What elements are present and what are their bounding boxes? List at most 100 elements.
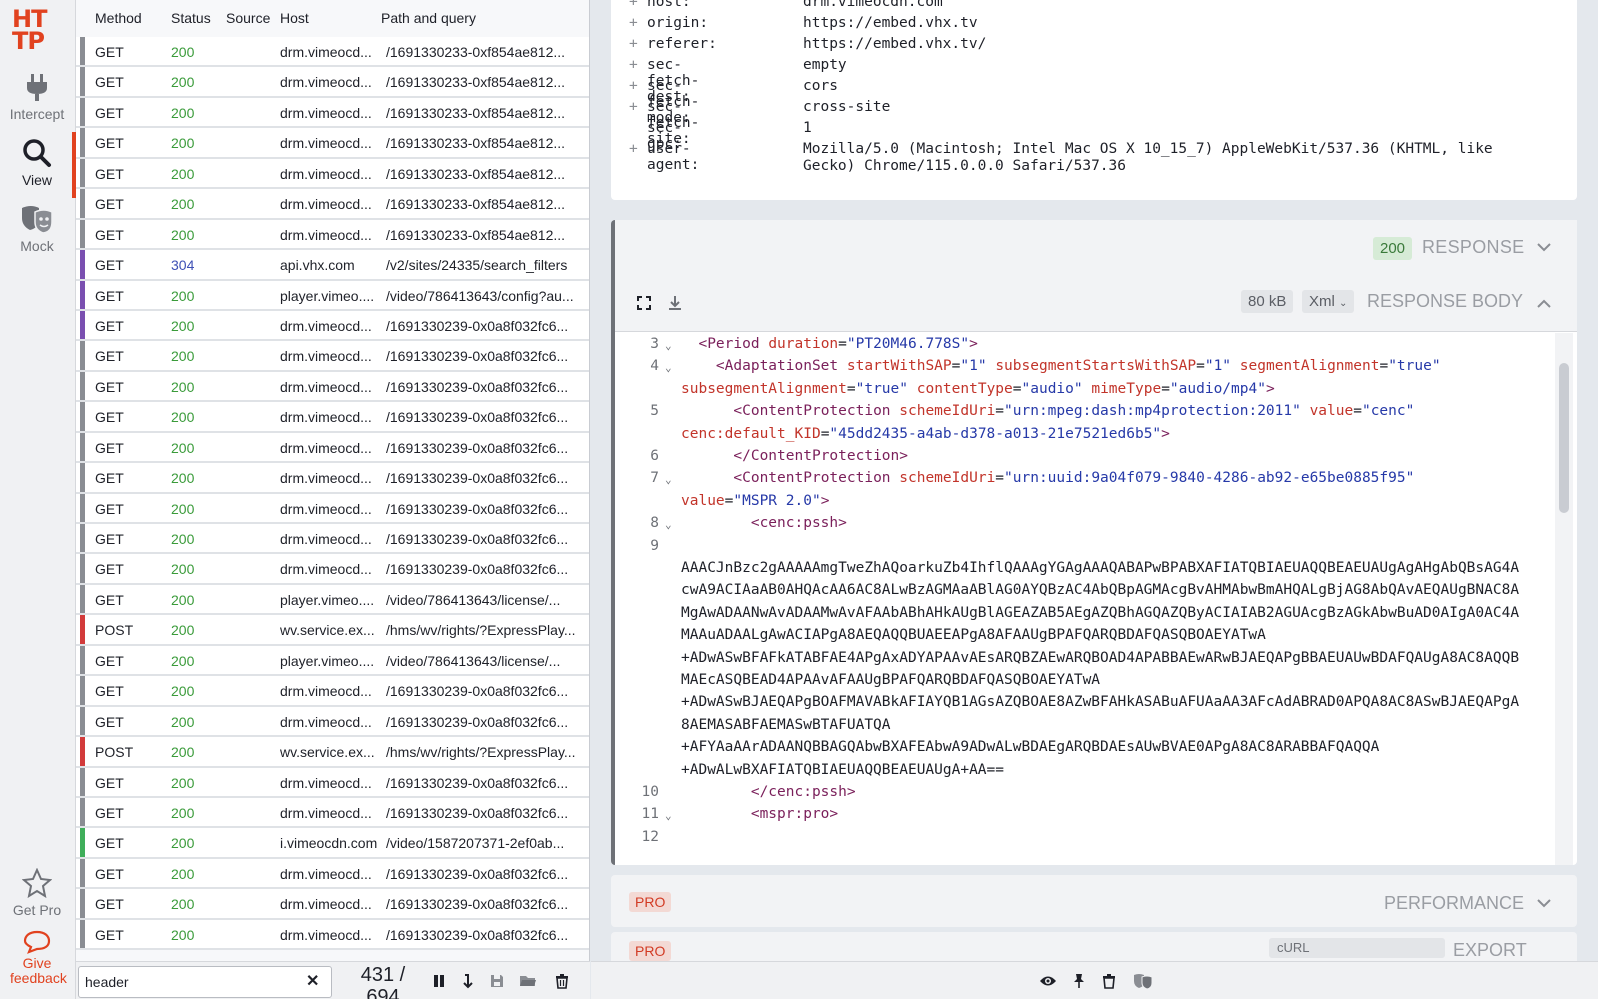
request-row[interactable]: GET 200 player.vimeo.... /video/786413643/l… — [76, 584, 589, 616]
request-row[interactable]: GET 200 drm.vimeocd... /1691330239-0x0a8f03… — [76, 402, 589, 433]
expand-icon[interactable] — [637, 296, 651, 310]
eye-icon[interactable] — [1039, 974, 1057, 988]
request-headers-card: + host: drm.vimeocdn.com + origin: https://em… — [611, 0, 1577, 200]
request-rows: GET 200 drm.vimeocd... /1691330233-0xf854ae… — [76, 37, 589, 951]
request-row[interactable]: GET 304 api.vhx.com/v2/sites/24335/search_… — [76, 250, 589, 281]
nav-mock[interactable]: Mock — [0, 204, 74, 254]
nav-give-feedback[interactable]: Give feedback — [0, 930, 74, 986]
save-icon[interactable] — [489, 973, 505, 989]
row-host: drm.vimeocd... — [280, 713, 372, 730]
pause-icon[interactable] — [431, 973, 447, 989]
line-number: 4 — [650, 358, 659, 375]
scroll-to-end-icon[interactable] — [460, 973, 476, 989]
fold-chevron-icon[interactable]: ⌄ — [665, 514, 672, 537]
response-card: 200 RESPONSE 80 kB Xml ⌄ RESPONSE BODY 3… — [611, 220, 1577, 865]
row-category-marker — [80, 645, 85, 675]
column-source[interactable]: Source — [226, 10, 270, 26]
request-row[interactable]: GET 200 drm.vimeocd... /1691330239-0x0a8f03… — [76, 706, 589, 738]
code-line: <cenc:pssh> — [750, 515, 847, 532]
request-row[interactable]: GET 200 drm.vimeocd... /1691330233-0xf854ae… — [76, 189, 589, 220]
response-body-editor[interactable]: 3 ⌄ <Period duration="PT20M46.778S"> 4 ⌄ <A… — [615, 333, 1555, 865]
request-row[interactable]: GET 200 drm.vimeocd... /1691330233-0xf854ae… — [76, 67, 589, 98]
row-status: 200 — [171, 500, 195, 517]
column-method[interactable]: Method — [95, 10, 142, 26]
request-row[interactable]: GET 200 drm.vimeocd... /1691330239-0x0a8f03… — [76, 767, 589, 798]
header-key: user-agent: — [647, 141, 700, 173]
request-row[interactable]: GET 200 drm.vimeocd... /1691330239-0x0a8f03… — [76, 676, 589, 707]
download-icon[interactable] — [667, 295, 683, 311]
editor-scrollbar[interactable] — [1555, 333, 1573, 865]
request-row[interactable]: GET 200 drm.vimeocd... /1691330233-0xf854ae… — [76, 158, 589, 190]
code-line: MAAuADAALgAwACIAPgA8AEQAQQBUAEEAPgA8AFAA… — [681, 627, 1266, 644]
request-row[interactable]: GET 200 drm.vimeocd... /1691330239-0x0a8f03… — [76, 310, 589, 342]
request-row[interactable]: GET 200 drm.vimeocd... /1691330239-0x0a8f03… — [76, 524, 589, 555]
expand-header-icon[interactable]: + — [629, 0, 638, 10]
request-row[interactable]: GET 200 drm.vimeocd... /1691330239-0x0a8f03… — [76, 919, 589, 951]
request-row[interactable]: GET 200 drm.vimeocd... /1691330239-0x0a8f03… — [76, 432, 589, 464]
mock-request-icon[interactable] — [1133, 973, 1153, 989]
fold-chevron-icon[interactable]: ⌄ — [665, 469, 672, 492]
expand-header-icon[interactable]: + — [629, 78, 638, 94]
request-row[interactable]: GET 200 drm.vimeocd... /1691330233-0xf854ae… — [76, 219, 589, 251]
row-method: GET — [95, 287, 124, 304]
fold-chevron-icon[interactable]: ⌄ — [665, 335, 672, 358]
request-row[interactable]: GET 200 player.vimeo.... /video/786413643/l… — [76, 645, 589, 677]
request-row[interactable]: GET 200 drm.vimeocd... /1691330233-0xf854ae… — [76, 37, 589, 68]
code-line: +ADwALwBXAFIATQBIAEUAQQBEAEUAUgA+AA== — [681, 761, 1005, 778]
clear-filter-icon[interactable]: ✕ — [306, 971, 319, 991]
request-row[interactable]: GET 200 drm.vimeocd... /1691330239-0x0a8f03… — [76, 889, 589, 920]
export-card[interactable]: PRO cURL EXPORT — [611, 932, 1577, 961]
fold-chevron-icon[interactable]: ⌄ — [665, 805, 672, 828]
row-category-marker — [80, 737, 85, 766]
request-row[interactable]: GET 200 i.vimeocdn.com/video/1587207371-2e… — [76, 828, 589, 859]
request-row[interactable]: GET 200 drm.vimeocd... /1691330239-0x0a8f03… — [76, 341, 589, 372]
row-host: wv.service.ex... — [280, 622, 375, 639]
request-row[interactable]: GET 200 drm.vimeocd... /1691330239-0x0a8f03… — [76, 493, 589, 524]
request-row[interactable]: GET 200 drm.vimeocd... /1691330239-0x0a8f03… — [76, 371, 589, 403]
expand-header-icon[interactable]: + — [629, 141, 638, 157]
filter-input[interactable] — [78, 966, 332, 998]
delete-icon[interactable] — [1101, 973, 1117, 989]
request-row[interactable]: GET 200 drm.vimeocd... /1691330233-0xf854ae… — [76, 128, 589, 159]
request-row[interactable]: GET 200 player.vimeo.... /video/786413643/c… — [76, 280, 589, 311]
request-row[interactable]: GET 200 drm.vimeocd... /1691330239-0x0a8f03… — [76, 858, 589, 890]
editor-scrollbar-thumb[interactable] — [1559, 363, 1569, 513]
row-host: i.vimeocdn.com — [280, 835, 378, 852]
column-host[interactable]: Host — [280, 10, 309, 26]
expand-header-icon[interactable]: + — [629, 15, 638, 31]
row-status: 200 — [171, 622, 195, 639]
row-category-marker — [80, 889, 85, 918]
row-path: /1691330239-0x0a8f032fc6... — [386, 439, 569, 456]
line-number: 8 — [650, 515, 659, 532]
request-row[interactable]: POST 200 wv.service.ex... /hms/wv/rights/?E… — [76, 615, 589, 646]
chevron-up-icon[interactable] — [1537, 299, 1551, 309]
export-format-select[interactable]: cURL — [1269, 938, 1445, 958]
body-format-select[interactable]: Xml ⌄ — [1302, 290, 1355, 313]
fold-chevron-icon[interactable]: ⌄ — [665, 357, 672, 380]
chevron-down-icon[interactable] — [1537, 898, 1551, 908]
performance-card[interactable]: PRO PERFORMANCE — [611, 875, 1577, 927]
expand-header-icon[interactable]: + — [629, 36, 638, 52]
column-status[interactable]: Status — [171, 10, 211, 26]
select-chevron-icon: ⌄ — [1339, 298, 1348, 309]
chevron-down-icon[interactable] — [1537, 242, 1551, 252]
column-path[interactable]: Path and query — [381, 10, 476, 26]
row-status: 200 — [171, 470, 195, 487]
row-category-marker — [80, 37, 85, 66]
open-folder-icon[interactable] — [519, 973, 537, 989]
request-row[interactable]: POST 200 wv.service.ex... /hms/wv/rights/?E… — [76, 737, 589, 768]
response-header[interactable]: 200 RESPONSE — [615, 220, 1577, 274]
header-key: host: — [647, 0, 691, 10]
request-row[interactable]: GET 200 drm.vimeocd... /1691330233-0xf854ae… — [76, 97, 589, 129]
nav-intercept[interactable]: Intercept — [0, 72, 74, 122]
expand-header-icon[interactable]: + — [629, 99, 638, 115]
nav-view[interactable]: View — [0, 132, 76, 198]
request-row[interactable]: GET 200 drm.vimeocd... /1691330239-0x0a8f03… — [76, 463, 589, 494]
expand-header-icon[interactable]: + — [629, 57, 638, 73]
request-row[interactable]: GET 200 drm.vimeocd... /1691330239-0x0a8f03… — [76, 797, 589, 829]
request-row[interactable]: GET 200 drm.vimeocd... /1691330239-0x0a8f03… — [76, 554, 589, 585]
pin-icon[interactable] — [1071, 973, 1087, 989]
trash-icon[interactable] — [554, 973, 570, 989]
nav-get-pro[interactable]: Get Pro — [0, 868, 74, 918]
row-category-marker — [80, 767, 85, 796]
